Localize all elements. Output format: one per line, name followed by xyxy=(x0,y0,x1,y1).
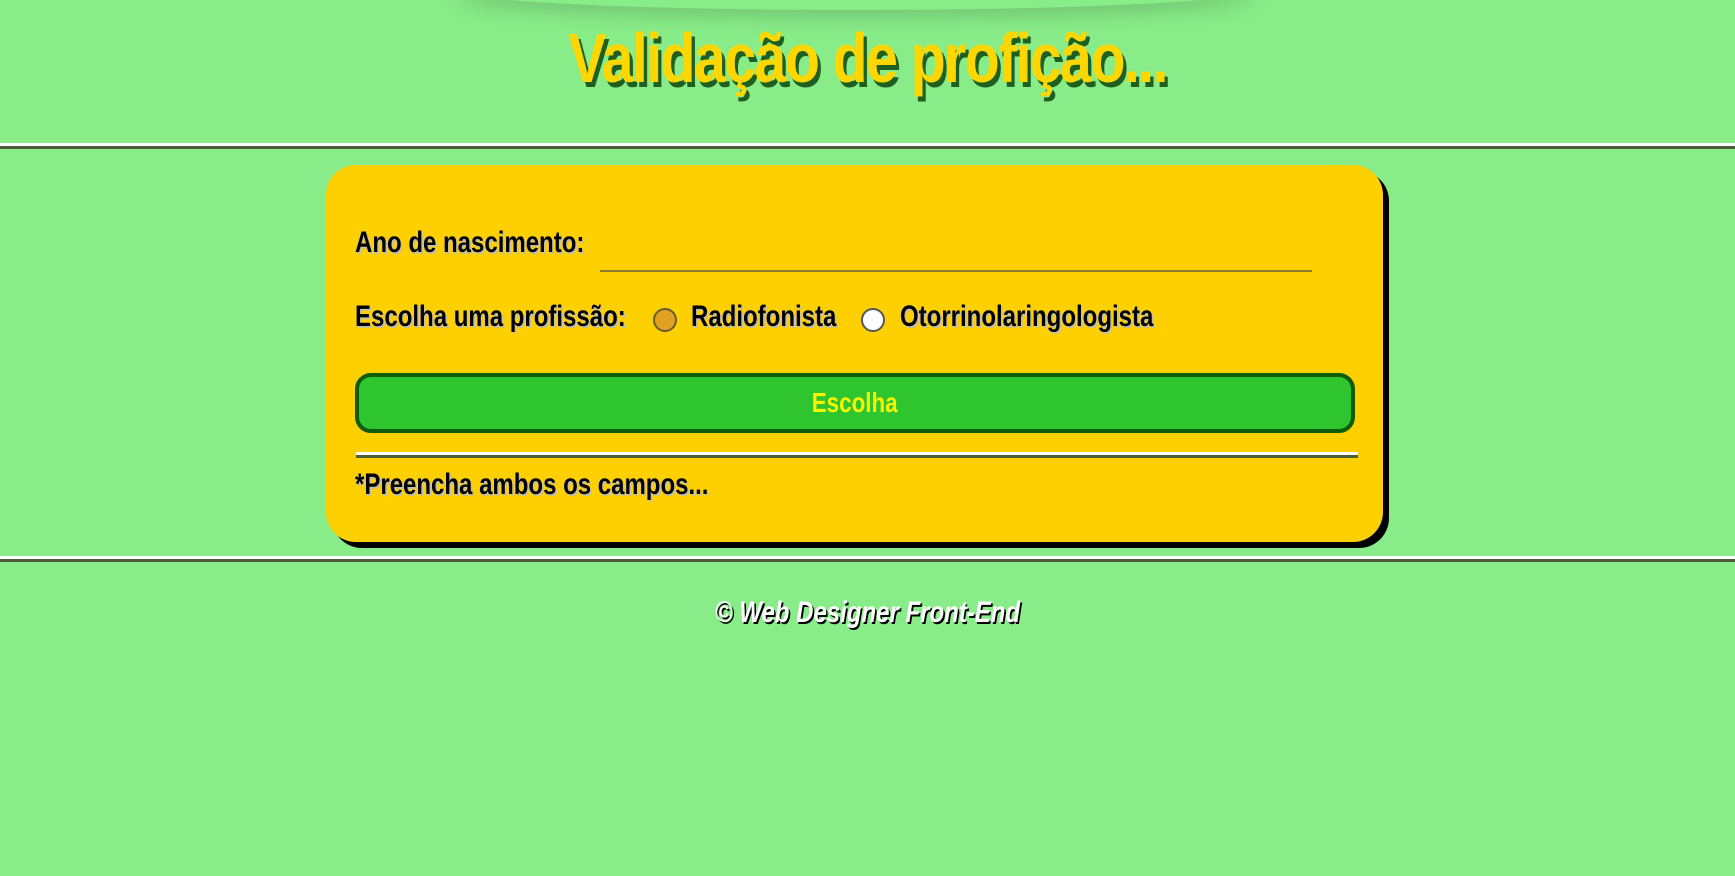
birth-year-label: Ano de nascimento: xyxy=(355,226,585,259)
profession-label: Escolha uma profissão: xyxy=(355,300,626,333)
radio-otorrinolaringologista[interactable] xyxy=(861,308,885,332)
radio-radiofonista[interactable] xyxy=(653,308,677,332)
card-divider xyxy=(356,452,1358,458)
radio-radiofonista-label[interactable]: Radiofonista xyxy=(691,300,836,334)
submit-button-label: Escolha xyxy=(812,387,898,418)
radio-otorrinolaringologista-label[interactable]: Otorrinolaringologista xyxy=(900,300,1153,334)
status-message: *Preencha ambos os campos... xyxy=(355,468,797,502)
bottom-divider xyxy=(0,556,1735,562)
page: Validação de profição... Ano de nascimen… xyxy=(0,0,1735,876)
top-divider xyxy=(0,143,1735,149)
birth-year-input[interactable] xyxy=(600,226,1312,272)
profession-row: Escolha uma profissão: Radiofonista Otor… xyxy=(355,300,1355,344)
footer-credit: © Web Designer Front-End xyxy=(714,596,1021,629)
status-message-text: *Preencha ambos os campos... xyxy=(355,468,709,501)
submit-button[interactable]: Escolha xyxy=(355,373,1355,433)
page-title: Validação de profição... xyxy=(568,19,1168,97)
